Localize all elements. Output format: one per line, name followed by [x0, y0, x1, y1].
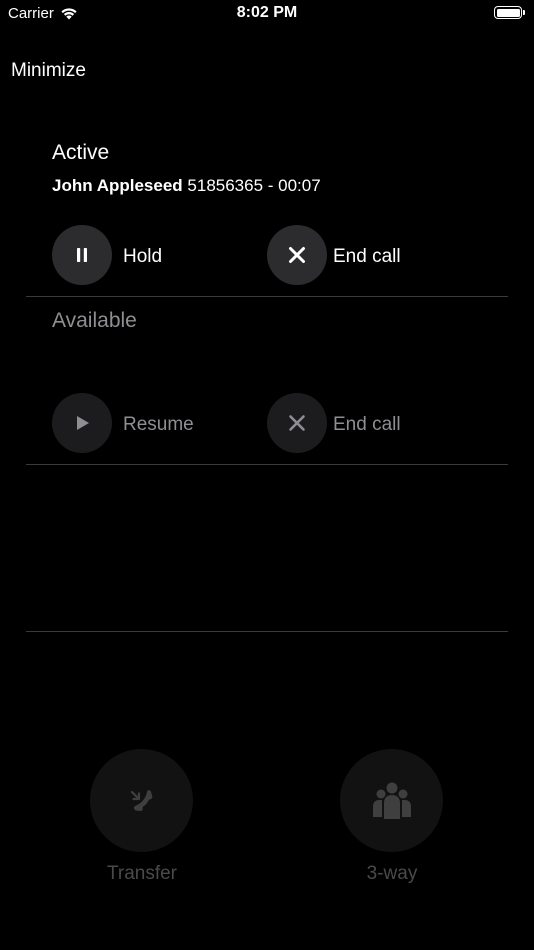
transfer-button[interactable] — [90, 749, 193, 852]
pause-icon — [73, 246, 91, 264]
battery-level-fill — [496, 8, 520, 17]
end-call-active-label[interactable]: End call — [333, 246, 401, 268]
minimize-button[interactable]: Minimize — [11, 60, 86, 82]
divider — [26, 464, 508, 465]
end-call-available-label[interactable]: End call — [333, 414, 401, 436]
group-icon — [370, 781, 414, 821]
active-section-title: Active — [52, 141, 110, 164]
divider — [26, 296, 508, 297]
phone-transfer-icon — [125, 784, 159, 818]
battery-icon — [494, 6, 522, 19]
caller-name: John Appleseed — [52, 176, 183, 195]
battery-cap — [523, 10, 525, 15]
hold-label[interactable]: Hold — [123, 246, 162, 268]
resume-label[interactable]: Resume — [123, 414, 194, 436]
three-way-label[interactable]: 3-way — [312, 863, 472, 885]
end-call-available-button[interactable] — [267, 393, 327, 453]
divider — [26, 631, 508, 632]
transfer-label[interactable]: Transfer — [62, 863, 222, 885]
close-icon — [288, 414, 306, 432]
close-icon — [288, 246, 306, 264]
available-section-title: Available — [52, 309, 137, 332]
end-call-active-button[interactable] — [267, 225, 327, 285]
active-caller-info: John Appleseed 51856365 - 00:07 — [52, 176, 321, 196]
play-icon — [73, 414, 91, 432]
three-way-call-button[interactable] — [340, 749, 443, 852]
hold-button[interactable] — [52, 225, 112, 285]
status-bar-time: 8:02 PM — [236, 4, 298, 21]
resume-button[interactable] — [52, 393, 112, 453]
caller-number-duration: 51856365 - 00:07 — [187, 176, 321, 195]
